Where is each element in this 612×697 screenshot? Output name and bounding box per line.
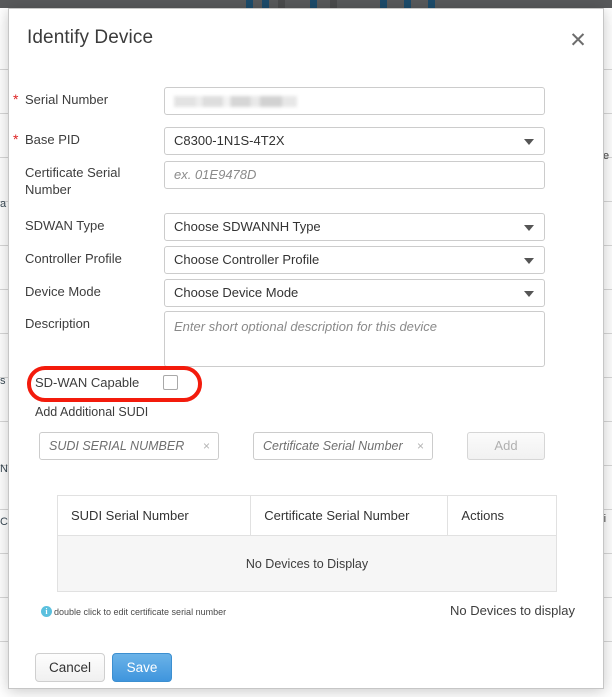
clear-icon[interactable]: × [203,439,210,453]
base-pid-select[interactable]: C8300-1N1S-4T2X [164,127,545,155]
label-base-pid: Base PID [25,132,80,147]
device-mode-value: Choose Device Mode [174,285,299,300]
background-top-navbar [0,0,612,8]
certificate-serial-number-input[interactable]: ex. 01E9478D [164,161,545,189]
controller-profile-value: Choose Controller Profile [174,252,320,267]
cancel-button[interactable]: Cancel [35,653,105,682]
description-textarea[interactable]: Enter short optional description for thi… [164,311,545,367]
add-additional-sudi-heading: Add Additional SUDI [35,405,149,419]
chevron-down-icon [524,225,534,231]
dialog-title: Identify Device [27,27,154,48]
no-devices-status: No Devices to display [450,603,575,618]
serial-number-input[interactable] [164,87,545,115]
label-certificate-serial-number: Certificate Serial Number [25,165,121,197]
info-icon: i [41,606,52,617]
label-device-mode: Device Mode [25,284,101,299]
redacted-serial-value [174,96,297,107]
clear-icon[interactable]: × [417,439,424,453]
sdwan-type-select[interactable]: Choose SDWANNH Type [164,213,545,241]
chevron-down-icon [524,291,534,297]
label-sdwan-type: SDWAN Type [25,218,105,233]
identify-device-dialog: Identify Device ✕ * Serial Number * Base… [8,8,604,689]
sudi-serial-number-input[interactable]: SUDI SERIAL NUMBER × [39,432,219,460]
column-header-actions: Actions [461,508,505,523]
controller-profile-select[interactable]: Choose Controller Profile [164,246,545,274]
save-button[interactable]: Save [112,653,172,682]
sudi-serial-placeholder: SUDI SERIAL NUMBER [49,439,185,453]
device-mode-select[interactable]: Choose Device Mode [164,279,545,307]
background-cell-text: a [0,198,7,210]
edit-hint-note: i double click to edit certificate seria… [41,606,227,618]
sudi-table: SUDI Serial Number Certificate Serial Nu… [57,495,557,592]
background-cell-text: C [0,516,8,528]
background-cell-text: s [0,375,6,387]
sudi-certificate-serial-input[interactable]: Certificate Serial Number × [253,432,433,460]
chevron-down-icon [524,258,534,264]
sdwan-type-value: Choose SDWANNH Type [174,219,321,234]
sdwan-capable-checkbox[interactable] [163,375,178,390]
column-header-sudi-serial-number: SUDI Serial Number [58,496,252,535]
add-sudi-button[interactable]: Add [467,432,545,460]
sudi-table-empty-row: No Devices to Display [57,536,557,592]
edit-hint-text: double click to edit certificate serial … [54,607,227,617]
label-serial-number: Serial Number [25,92,109,107]
label-sdwan-capable: SD-WAN Capable [35,375,140,390]
sudi-table-header: SUDI Serial Number Certificate Serial Nu… [57,495,557,536]
sdwan-capable-row: SD-WAN Capable [9,367,605,401]
background-cell-text: N [0,463,8,475]
label-description: Description [25,316,91,331]
close-icon[interactable]: ✕ [565,27,591,53]
base-pid-value: C8300-1N1S-4T2X [174,133,285,148]
chevron-down-icon [524,139,534,145]
label-controller-profile: Controller Profile [25,251,122,266]
required-marker: * [13,91,19,107]
sudi-cert-placeholder: Certificate Serial Number [263,439,403,453]
column-header-certificate-serial-number: Certificate Serial Number [251,496,449,535]
required-marker: * [13,131,19,147]
